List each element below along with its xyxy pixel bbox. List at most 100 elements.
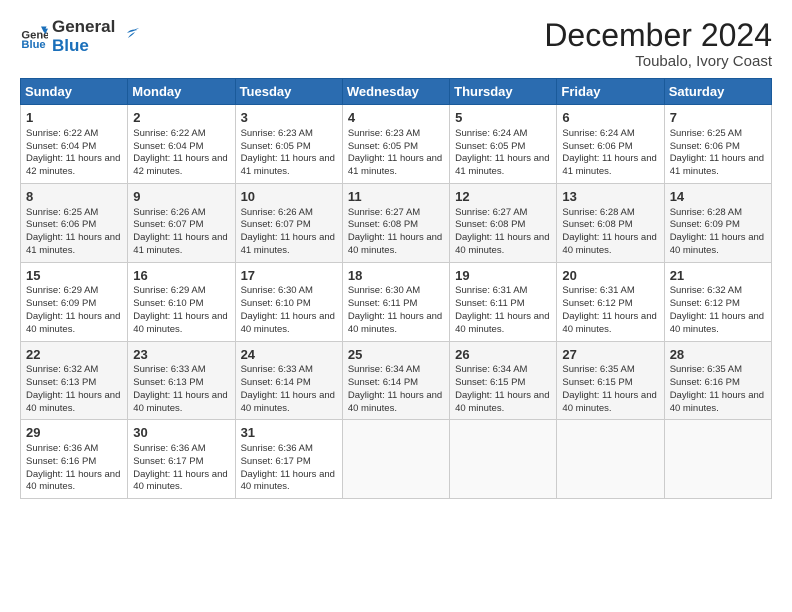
sunrise: Sunrise: 6:33 AM bbox=[241, 364, 313, 375]
sunset: Sunset: 6:09 PM bbox=[26, 298, 96, 309]
day-number: 26 bbox=[455, 346, 551, 364]
calendar-page: General Blue General Blue December 2024 … bbox=[0, 0, 792, 509]
sunset: Sunset: 6:05 PM bbox=[241, 141, 311, 152]
day-number: 11 bbox=[348, 188, 444, 206]
sunrise: Sunrise: 6:34 AM bbox=[455, 364, 527, 375]
calendar-week-4: 22Sunrise: 6:32 AM Sunset: 6:13 PM Dayligh… bbox=[21, 341, 772, 420]
calendar-cell: 22Sunrise: 6:32 AM Sunset: 6:13 PM Dayligh… bbox=[21, 341, 128, 420]
col-tuesday: Tuesday bbox=[235, 79, 342, 105]
sunrise: Sunrise: 6:25 AM bbox=[26, 207, 98, 218]
calendar-cell: 3Sunrise: 6:23 AMSunset: 6:05 PMDaylight… bbox=[235, 105, 342, 184]
daylight: Daylight: 11 hours and 40 minutes. bbox=[670, 311, 764, 335]
sunset: Sunset: 6:17 PM bbox=[133, 456, 203, 467]
calendar-cell: 1Sunrise: 6:22 AM Sunset: 6:04 PMDaylight… bbox=[21, 105, 128, 184]
calendar-cell bbox=[342, 420, 449, 499]
sunset: Sunset: 6:08 PM bbox=[562, 219, 632, 230]
calendar-cell: 20Sunrise: 6:31 AM Sunset: 6:12 PM Dayligh… bbox=[557, 262, 664, 341]
calendar-cell bbox=[450, 420, 557, 499]
daylight: Daylight: 11 hours and 40 minutes. bbox=[26, 390, 120, 414]
logo-icon: General Blue bbox=[20, 23, 48, 51]
calendar-week-2: 8Sunrise: 6:25 AMSunset: 6:06 PMDaylight… bbox=[21, 183, 772, 262]
day-number: 20 bbox=[562, 267, 658, 285]
sunrise: Sunrise: 6:23 AM bbox=[241, 128, 313, 139]
calendar-cell: 17Sunrise: 6:30 AMSunset: 6:10 PMDayligh… bbox=[235, 262, 342, 341]
daylight: Daylight: 11 hours and 41 minutes. bbox=[241, 232, 335, 256]
day-number: 2 bbox=[133, 109, 229, 127]
calendar-cell: 6Sunrise: 6:24 AMSunset: 6:06 PMDaylight… bbox=[557, 105, 664, 184]
daylight: Daylight: 11 hours and 40 minutes. bbox=[562, 232, 656, 256]
sunrise: Sunrise: 6:29 AM bbox=[26, 285, 98, 296]
daylight: Daylight: 11 hours and 40 minutes. bbox=[348, 311, 442, 335]
calendar-cell: 19Sunrise: 6:31 AMSunset: 6:11 PMDayligh… bbox=[450, 262, 557, 341]
calendar-cell bbox=[664, 420, 771, 499]
calendar-cell: 5Sunrise: 6:24 AMSunset: 6:05 PMDaylight… bbox=[450, 105, 557, 184]
day-number: 22 bbox=[26, 346, 122, 364]
calendar-cell bbox=[557, 420, 664, 499]
sunrise: Sunrise: 6:23 AM bbox=[348, 128, 420, 139]
daylight: Daylight: 11 hours and 42 minutes. bbox=[133, 153, 227, 177]
day-number: 5 bbox=[455, 109, 551, 127]
daylight: Daylight: 11 hours and 40 minutes. bbox=[241, 390, 335, 414]
sunrise: Sunrise: 6:28 AM bbox=[562, 207, 634, 218]
sunset: Sunset: 6:04 PM bbox=[26, 141, 96, 152]
day-number: 24 bbox=[241, 346, 337, 364]
sunset: Sunset: 6:06 PM bbox=[562, 141, 632, 152]
daylight: Daylight: 11 hours and 40 minutes. bbox=[26, 311, 120, 335]
day-number: 16 bbox=[133, 267, 229, 285]
sunset: Sunset: 6:10 PM bbox=[241, 298, 311, 309]
daylight: Daylight: 11 hours and 41 minutes. bbox=[455, 153, 549, 177]
daylight: Daylight: 11 hours and 40 minutes. bbox=[241, 469, 335, 493]
calendar-cell: 16Sunrise: 6:29 AMSunset: 6:10 PMDayligh… bbox=[128, 262, 235, 341]
sunrise: Sunrise: 6:35 AM bbox=[670, 364, 742, 375]
day-number: 31 bbox=[241, 424, 337, 442]
daylight: Daylight: 11 hours and 41 minutes. bbox=[670, 153, 764, 177]
daylight: Daylight: 11 hours and 42 minutes. bbox=[26, 153, 120, 177]
col-thursday: Thursday bbox=[450, 79, 557, 105]
day-number: 28 bbox=[670, 346, 766, 364]
sunset: Sunset: 6:08 PM bbox=[348, 219, 418, 230]
calendar-week-3: 15Sunrise: 6:29 AMSunset: 6:09 PMDayligh… bbox=[21, 262, 772, 341]
sunrise: Sunrise: 6:36 AM bbox=[241, 443, 313, 454]
col-saturday: Saturday bbox=[664, 79, 771, 105]
calendar-cell: 2Sunrise: 6:22 AMSunset: 6:04 PMDaylight… bbox=[128, 105, 235, 184]
day-number: 1 bbox=[26, 109, 122, 127]
daylight: Daylight: 11 hours and 40 minutes. bbox=[455, 390, 549, 414]
calendar-cell: 12Sunrise: 6:27 AMSunset: 6:08 PMDayligh… bbox=[450, 183, 557, 262]
title-block: December 2024 Toubalo, Ivory Coast bbox=[544, 18, 772, 70]
sunset: Sunset: 6:15 PM bbox=[455, 377, 525, 388]
calendar-cell: 30Sunrise: 6:36 AMSunset: 6:17 PMDayligh… bbox=[128, 420, 235, 499]
day-number: 10 bbox=[241, 188, 337, 206]
calendar-cell: 13Sunrise: 6:28 AMSunset: 6:08 PMDayligh… bbox=[557, 183, 664, 262]
daylight: Daylight: 11 hours and 40 minutes. bbox=[133, 390, 227, 414]
header-row: Sunday Monday Tuesday Wednesday Thursday… bbox=[21, 79, 772, 105]
calendar-table: Sunday Monday Tuesday Wednesday Thursday… bbox=[20, 78, 772, 499]
daylight: Daylight: 11 hours and 40 minutes. bbox=[241, 311, 335, 335]
sunrise: Sunrise: 6:31 AM bbox=[562, 285, 634, 296]
col-friday: Friday bbox=[557, 79, 664, 105]
calendar-cell: 4Sunrise: 6:23 AMSunset: 6:05 PMDaylight… bbox=[342, 105, 449, 184]
sunset: Sunset: 6:12 PM bbox=[562, 298, 632, 309]
sunset: Sunset: 6:14 PM bbox=[348, 377, 418, 388]
day-number: 19 bbox=[455, 267, 551, 285]
sunset: Sunset: 6:07 PM bbox=[133, 219, 203, 230]
logo-line1: General bbox=[52, 18, 115, 37]
sunrise: Sunrise: 6:35 AM bbox=[562, 364, 634, 375]
daylight: Daylight: 11 hours and 40 minutes. bbox=[562, 311, 656, 335]
col-monday: Monday bbox=[128, 79, 235, 105]
daylight: Daylight: 11 hours and 41 minutes. bbox=[562, 153, 656, 177]
sunset: Sunset: 6:13 PM bbox=[26, 377, 96, 388]
day-number: 4 bbox=[348, 109, 444, 127]
sunrise: Sunrise: 6:32 AM bbox=[26, 364, 98, 375]
day-number: 29 bbox=[26, 424, 122, 442]
calendar-cell: 14Sunrise: 6:28 AMSunset: 6:09 PMDayligh… bbox=[664, 183, 771, 262]
sunset: Sunset: 6:06 PM bbox=[26, 219, 96, 230]
logo: General Blue General Blue bbox=[20, 18, 141, 55]
sunset: Sunset: 6:10 PM bbox=[133, 298, 203, 309]
sunset: Sunset: 6:16 PM bbox=[26, 456, 96, 467]
calendar-cell: 8Sunrise: 6:25 AMSunset: 6:06 PMDaylight… bbox=[21, 183, 128, 262]
day-number: 30 bbox=[133, 424, 229, 442]
col-sunday: Sunday bbox=[21, 79, 128, 105]
sunrise: Sunrise: 6:22 AM bbox=[26, 128, 98, 139]
calendar-cell: 31Sunrise: 6:36 AMSunset: 6:17 PMDayligh… bbox=[235, 420, 342, 499]
sunrise: Sunrise: 6:36 AM bbox=[26, 443, 98, 454]
